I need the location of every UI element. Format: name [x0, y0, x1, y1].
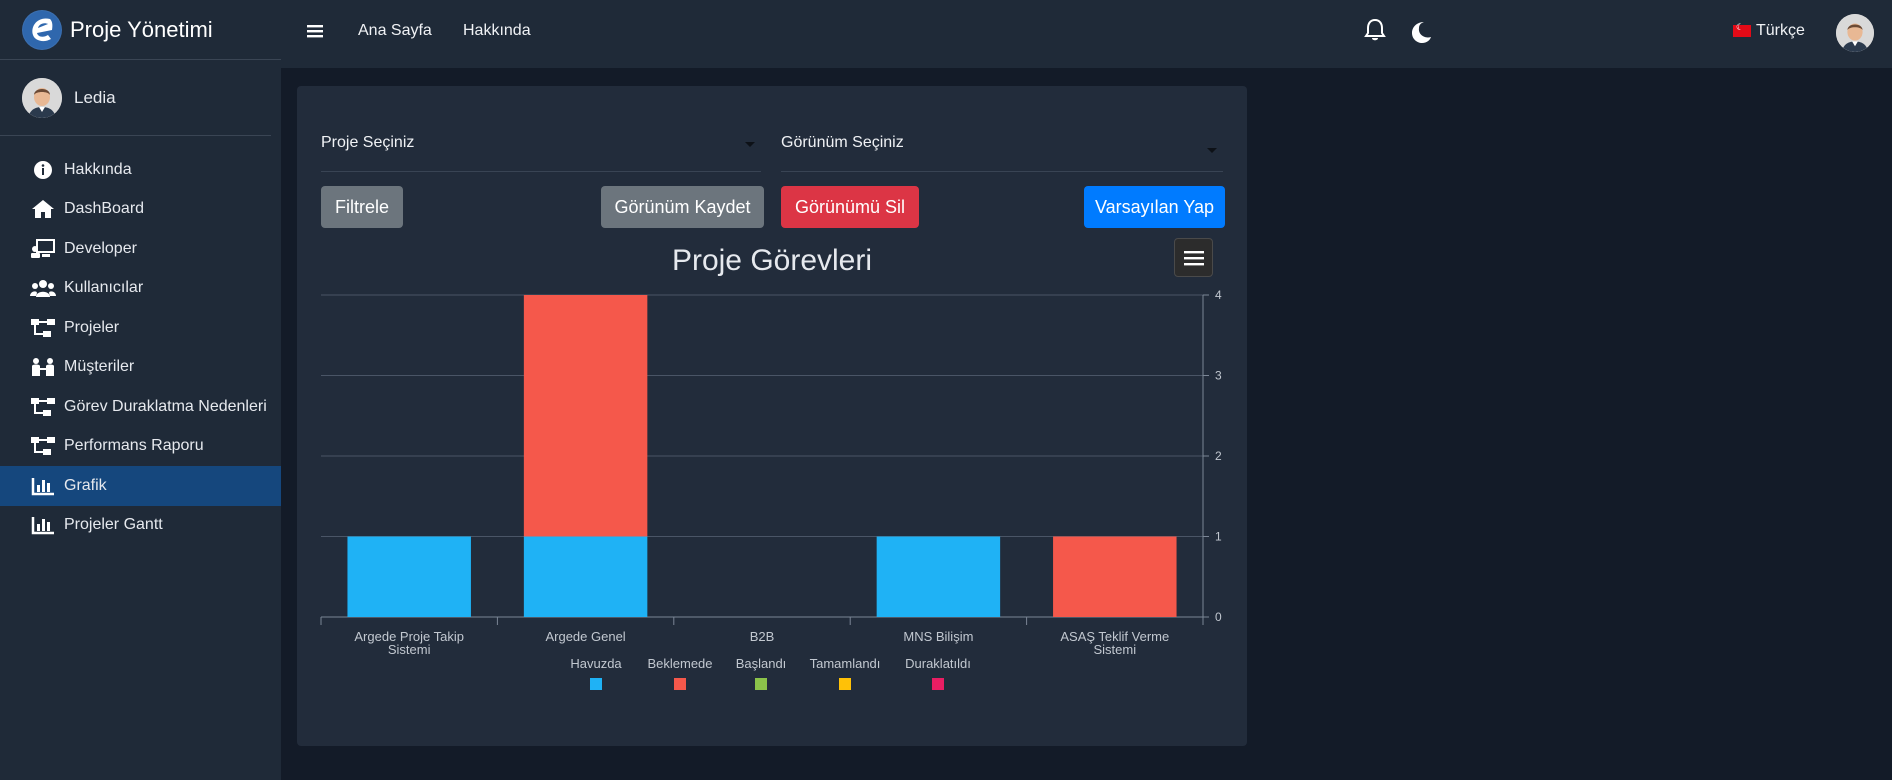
sitemap-icon — [30, 318, 56, 338]
sidebar-item-label: Grafik — [64, 476, 107, 494]
bar — [523, 536, 648, 617]
sidebar-item-performans-raporu[interactable]: Performans Raporu — [0, 427, 281, 467]
legend-swatch — [839, 678, 851, 690]
sidebar-item-label: Projeler — [64, 318, 120, 336]
info-icon — [30, 160, 56, 180]
legend-label: Beklemede — [647, 656, 712, 671]
x-tick-label: Argede Genel — [545, 629, 625, 644]
bar — [1053, 536, 1177, 617]
app-title: Proje Yönetimi — [70, 16, 213, 42]
y-tick-label: 3 — [1215, 369, 1222, 383]
developer-icon — [30, 238, 56, 259]
bar-chart: Proje Görevleri01234Argede Proje TakipSi… — [320, 244, 1222, 690]
x-tick-label: Sistemi — [388, 642, 431, 657]
chevron-down-icon — [745, 142, 755, 147]
sidebar-item-label: Performans Raporu — [64, 437, 204, 455]
sidebar: Proje Yönetimi Ledia Hakkında DashBoard — [0, 0, 281, 780]
chart-container: Proje Görevleri 0 1 2 3 4 Argede Proje Takip Si… — [297, 226, 1247, 751]
project-select[interactable]: Proje Seçiniz — [321, 126, 761, 172]
sidebar-item-label: Müşteriler — [64, 358, 135, 376]
delete-view-button[interactable]: Görünümü Sil — [781, 186, 919, 228]
chart-card: Proje Seçiniz Görünüm Seçiniz Filtrele G… — [297, 86, 1247, 746]
bar — [347, 536, 471, 617]
sidebar-item-label: DashBoard — [64, 200, 145, 218]
sidebar-item-projeler-gantt[interactable]: Projeler Gantt — [0, 506, 281, 546]
sidebar-item-projeler[interactable]: Projeler — [0, 308, 281, 348]
legend-label: Başlandı — [736, 656, 787, 671]
sidebar-item-dashboard[interactable]: DashBoard — [0, 190, 281, 230]
sidebar-item-label: Görev Duraklatma Nedenleri — [64, 397, 267, 415]
sidebar-nav: Hakkında DashBoard Developer Kullanıcıla… — [0, 136, 281, 545]
users-icon — [30, 278, 56, 298]
save-view-button[interactable]: Görünüm Kaydet — [601, 186, 764, 228]
chart-title: Proje Görevleri — [672, 244, 872, 277]
bell-icon[interactable] — [1364, 18, 1386, 47]
y-tick-label: 0 — [1215, 610, 1222, 624]
make-default-button[interactable]: Varsayılan Yap — [1084, 186, 1225, 228]
sidebar-item-label: Hakkında — [64, 160, 132, 178]
avatar — [22, 77, 62, 118]
chart-icon — [30, 476, 56, 496]
sidebar-item-developer[interactable]: Developer — [0, 229, 281, 269]
x-tick-label: B2B — [750, 629, 775, 644]
customers-icon — [30, 357, 56, 377]
language-selector[interactable]: Türkçe — [1733, 22, 1805, 40]
sidebar-item-gorev-duraklatma-nedenleri[interactable]: Görev Duraklatma Nedenleri — [0, 387, 281, 427]
moon-icon[interactable] — [1409, 20, 1433, 49]
sidebar-item-hakkinda[interactable]: Hakkında — [0, 150, 281, 190]
profile-avatar[interactable] — [1836, 14, 1874, 52]
filter-button[interactable]: Filtrele — [321, 186, 403, 228]
project-select-label: Proje Seçiniz — [321, 134, 415, 151]
legend-swatch — [674, 678, 686, 690]
legend-swatch — [755, 678, 767, 690]
y-tick-label: 1 — [1215, 530, 1222, 544]
sitemap-icon — [30, 397, 56, 417]
nav-link-hakkinda[interactable]: Hakkında — [463, 22, 531, 40]
sidebar-item-musteriler[interactable]: Müşteriler — [0, 348, 281, 388]
legend-label: Duraklatıldı — [905, 656, 971, 671]
user-name: Ledia — [74, 87, 116, 107]
sidebar-item-grafik[interactable]: Grafik — [0, 466, 281, 506]
sidebar-item-label: Developer — [64, 239, 137, 257]
sidebar-item-label: Projeler Gantt — [64, 516, 163, 534]
hamburger-icon[interactable] — [307, 23, 323, 39]
legend-swatch — [590, 678, 602, 690]
view-select[interactable]: Görünüm Seçiniz — [781, 126, 1223, 172]
x-tick-label: Sistemi — [1093, 642, 1136, 657]
top-navbar: Ana Sayfa Hakkında Türkçe — [281, 0, 1892, 68]
bar — [876, 536, 1001, 617]
user-panel[interactable]: Ledia — [0, 60, 271, 136]
y-tick-label: 4 — [1215, 288, 1222, 302]
language-label: Türkçe — [1756, 22, 1805, 39]
home-icon — [30, 199, 56, 219]
sitemap-icon — [30, 436, 56, 456]
sidebar-item-label: Kullanıcılar — [64, 279, 144, 297]
chart-icon — [30, 515, 56, 535]
y-tick-label: 2 — [1215, 449, 1222, 463]
brand-logo-icon — [22, 9, 62, 50]
legend-swatch — [932, 678, 944, 690]
view-select-label: Görünüm Seçiniz — [781, 134, 904, 151]
bar — [523, 295, 648, 537]
chart-menu-button[interactable] — [1174, 238, 1213, 277]
x-tick-label: MNS Bilişim — [903, 629, 973, 644]
nav-link-ana-sayfa[interactable]: Ana Sayfa — [358, 22, 432, 40]
turkey-flag-icon — [1733, 22, 1751, 37]
sidebar-item-kullanicilar[interactable]: Kullanıcılar — [0, 269, 281, 309]
brand[interactable]: Proje Yönetimi — [0, 0, 281, 60]
legend-label: Tamamlandı — [810, 656, 881, 671]
legend-label: Havuzda — [570, 656, 622, 671]
chevron-down-icon — [1207, 148, 1217, 153]
